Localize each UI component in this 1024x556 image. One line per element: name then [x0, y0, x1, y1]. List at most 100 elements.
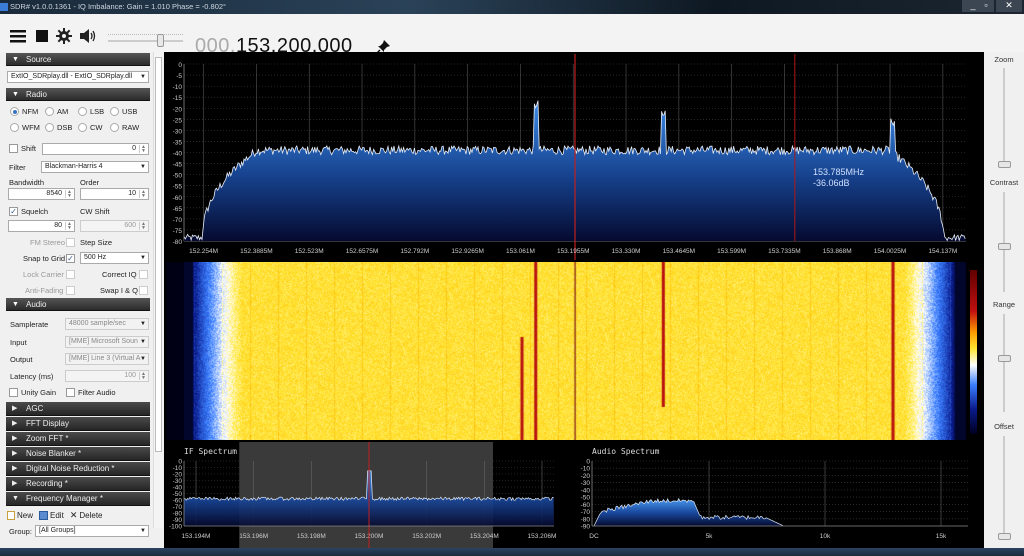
volume-slider[interactable]: [108, 34, 183, 48]
audio-spectrum-chart[interactable]: Audio Spectrum0-10-20-30-40-50-60-70-80-…: [574, 442, 984, 548]
mode-radio-am[interactable]: AM: [45, 107, 77, 117]
audio-output-select[interactable]: [MME] Line 3 (Virtual A ▼: [65, 353, 149, 365]
mode-radio-nfm[interactable]: NFM: [10, 107, 42, 117]
input-label: Input: [10, 338, 27, 347]
radio-button[interactable]: [10, 123, 19, 132]
mode-radio-lsb[interactable]: LSB: [78, 107, 110, 117]
audio-spectrum-panel[interactable]: Audio Spectrum 0 -10 -20 -30 -40 -50 -60 -70 -80-…: [574, 442, 984, 548]
radio-button[interactable]: [78, 123, 87, 132]
spinner-icon[interactable]: ▲ ▼: [139, 145, 147, 154]
range-slider-thumb[interactable]: [998, 354, 1011, 362]
stop-icon[interactable]: [34, 28, 50, 44]
new-button[interactable]: New: [7, 511, 33, 520]
radio-panel-header[interactable]: ▼ Radio: [6, 88, 150, 101]
audio-input-select[interactable]: [MME] Microsoft Soun ▼: [65, 336, 149, 348]
mode-radio-dsb[interactable]: DSB: [45, 123, 77, 133]
squelch-label: Squelch: [21, 207, 49, 216]
cursor-readout-level: -36.06dB: [813, 178, 850, 188]
edit-button[interactable]: Edit: [39, 511, 64, 520]
snap-to-grid-checkbox[interactable]: ✓: [66, 254, 75, 263]
shift-input[interactable]: 0 ▲ ▼: [42, 143, 149, 155]
sidebar-scrollbar-thumb[interactable]: [155, 57, 162, 452]
spinner-icon[interactable]: ▲ ▼: [139, 190, 147, 199]
spinner-icon[interactable]: ▲ ▼: [139, 222, 147, 231]
hamburger-icon[interactable]: [10, 28, 26, 44]
delete-button[interactable]: ✕ Delete: [70, 510, 103, 521]
mode-radio-usb[interactable]: USB: [110, 107, 142, 117]
correct-iq-checkbox[interactable]: [139, 270, 148, 279]
mode-radio-raw[interactable]: RAW: [110, 123, 142, 133]
squelch-checkbox[interactable]: ✓: [9, 207, 18, 216]
swap-iq-checkbox[interactable]: [139, 286, 148, 295]
fm-stereo-checkbox[interactable]: [66, 238, 75, 247]
offset-slider[interactable]: [998, 436, 1011, 540]
audio-output-value: [MME] Line 3 (Virtual A: [69, 355, 141, 362]
new-file-icon: [7, 511, 15, 520]
fm-stereo-label: FM Stereo: [30, 238, 66, 247]
panel-header-recording[interactable]: ▶ Recording *: [6, 477, 150, 491]
dropdown-arrow-icon: ▼: [140, 74, 146, 80]
sidebar-scrollbar[interactable]: [153, 52, 163, 528]
close-button[interactable]: ✕: [996, 0, 1022, 12]
spectrum-chart[interactable]: 0 -5 -10 -15 -20 -25 -30 -35 -40 -45 -50 -55 -60 -65 -…: [166, 54, 984, 260]
y-tick-label: -80: [581, 516, 591, 523]
filter-audio-checkbox[interactable]: [66, 388, 75, 397]
contrast-slider-thumb[interactable]: [998, 243, 1011, 251]
speaker-icon[interactable]: [80, 28, 96, 44]
waterfall-canvas[interactable]: [166, 262, 984, 440]
if-spectrum-panel[interactable]: IF Spectrum 0 -10 -20 -30 -40 -50 -60 -70 -80 -90-…: [166, 442, 572, 548]
group-select[interactable]: [All Groups] ▼: [35, 525, 149, 537]
y-tick-label: 0: [178, 62, 182, 69]
waterfall-colorbar: [970, 270, 977, 434]
panel-header-digital-noise-reduction[interactable]: ▶ Digital Noise Reduction *: [6, 462, 150, 476]
spectrum-analyzer[interactable]: 0 -5 -10 -15 -20 -25 -30 -35 -40 -45 -50 -55 -60 -65 -…: [166, 54, 984, 260]
contrast-slider[interactable]: [998, 192, 1011, 292]
panel-header-fft-display[interactable]: ▶ FFT Display: [6, 417, 150, 431]
radio-button[interactable]: [45, 107, 54, 116]
zoom-slider-thumb[interactable]: [998, 161, 1011, 168]
radio-button[interactable]: [45, 123, 54, 132]
maximize-button[interactable]: ▫: [978, 0, 994, 12]
source-panel-header[interactable]: ▼ Source: [6, 53, 150, 66]
shift-checkbox[interactable]: [9, 144, 18, 153]
collapse-arrow-icon: ▶: [12, 420, 18, 427]
panel-header-agc[interactable]: ▶ AGC: [6, 402, 150, 416]
anti-fading-checkbox[interactable]: [66, 286, 75, 295]
mode-radio-cw[interactable]: CW: [78, 123, 110, 133]
mode-label: LSB: [90, 107, 105, 116]
collapse-arrow-icon: ▶: [12, 405, 18, 412]
gear-icon[interactable]: [56, 28, 72, 44]
filter-select[interactable]: Blackman-Harris 4 ▼: [41, 161, 149, 173]
offset-slider-thumb[interactable]: [998, 533, 1011, 540]
if-spectrum-chart[interactable]: IF Spectrum0-10-20-30-40-50-60-70-80-90-…: [166, 442, 572, 548]
mode-radio-wfm[interactable]: WFM: [10, 123, 42, 133]
spinner-icon[interactable]: ▲ ▼: [139, 372, 147, 381]
bandwidth-input[interactable]: 8540 ▲ ▼: [8, 188, 75, 200]
radio-button[interactable]: [110, 123, 119, 132]
source-device-select[interactable]: ExtIO_SDRplay.dll - ExtIO_SDRplay.dll ▼: [7, 71, 149, 83]
radio-button[interactable]: [10, 107, 19, 116]
squelch-input[interactable]: 80 ▲ ▼: [8, 220, 75, 232]
spinner-icon[interactable]: ▲ ▼: [65, 190, 73, 199]
panel-header-zoom-fft[interactable]: ▶ Zoom FFT *: [6, 432, 150, 446]
unity-gain-checkbox[interactable]: [9, 388, 18, 397]
latency-input[interactable]: 100 ▲ ▼: [65, 370, 149, 382]
samplerate-label: Samplerate: [10, 320, 49, 329]
cw-shift-input[interactable]: 600 ▲ ▼: [80, 220, 149, 232]
audio-panel-header[interactable]: ▼ Audio: [6, 298, 150, 311]
range-slider[interactable]: [998, 314, 1011, 412]
lock-carrier-checkbox[interactable]: [66, 270, 75, 279]
frequency-manager-header[interactable]: ▼ Frequency Manager *: [6, 492, 150, 506]
radio-button[interactable]: [78, 107, 87, 116]
expand-arrow-icon: ▼: [12, 495, 19, 502]
waterfall-display[interactable]: [166, 262, 984, 440]
step-size-select[interactable]: 500 Hz ▼: [80, 252, 149, 264]
zoom-slider[interactable]: [998, 68, 1011, 168]
swap-iq-label: Swap I & Q: [100, 286, 138, 295]
samplerate-select[interactable]: 48000 sample/sec ▼: [65, 318, 149, 330]
spinner-icon[interactable]: ▲ ▼: [65, 222, 73, 231]
volume-slider-thumb[interactable]: [156, 34, 164, 47]
panel-header-noise-blanker[interactable]: ▶ Noise Blanker *: [6, 447, 150, 461]
radio-button[interactable]: [110, 107, 119, 116]
order-input[interactable]: 10 ▲ ▼: [80, 188, 149, 200]
